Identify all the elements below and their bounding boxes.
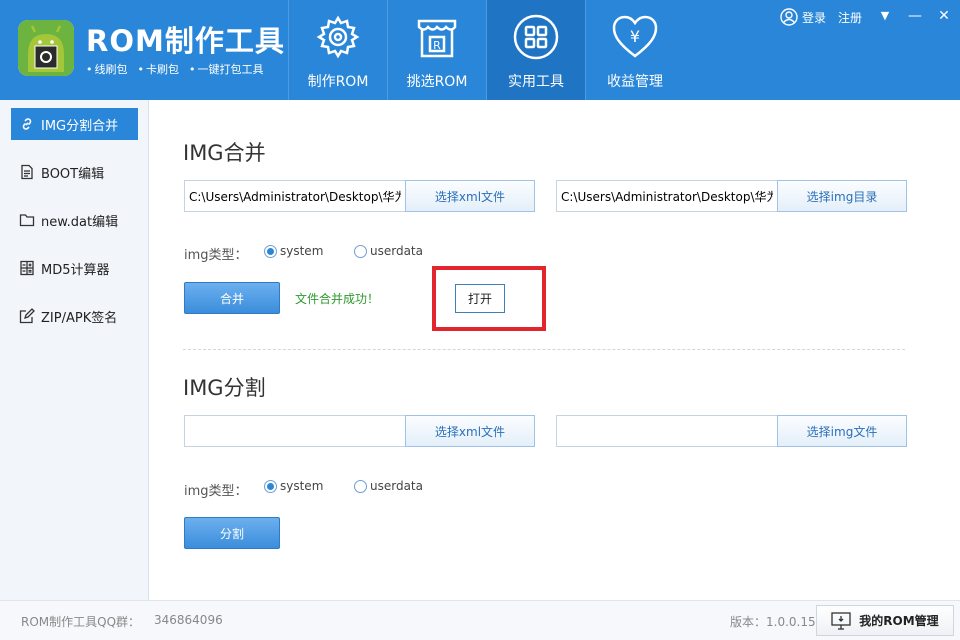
close-icon[interactable]: ✕ [934, 6, 954, 26]
heart-yen-icon: ¥ [612, 15, 658, 58]
monitor-icon [831, 611, 851, 630]
qq-group-label: ROM制作工具QQ群： [21, 615, 141, 629]
subtitle-item: 卡刷包 [138, 61, 179, 77]
merge-section-title: IMG合并 [183, 141, 266, 165]
merge-img-dir-input[interactable] [556, 180, 778, 212]
my-rom-manage-label: 我的ROM管理 [859, 614, 939, 628]
radio-selected-icon [264, 244, 277, 258]
split-img-picker: 选择img文件 [556, 415, 907, 447]
radio-label: system [280, 479, 324, 493]
user-icon [780, 8, 798, 26]
radio-label: system [280, 244, 324, 258]
split-select-xml-button[interactable]: 选择xml文件 [405, 415, 535, 447]
split-radio-userdata[interactable]: userdata [354, 479, 423, 493]
merge-xml-path-input[interactable] [184, 180, 406, 212]
user-area: 登录 注册 [780, 8, 862, 26]
radio-label: userdata [370, 244, 423, 258]
store-icon: R [417, 19, 457, 58]
nav-tools[interactable]: 实用工具 [486, 0, 585, 100]
subtitle-item: 线刷包 [86, 61, 128, 77]
folder-icon [19, 214, 35, 227]
app-subtitle: 线刷包 卡刷包 一键打包工具 [86, 61, 264, 77]
nav-label: 制作ROM [307, 74, 369, 90]
sidebar-item-img-split-merge[interactable]: IMG分割合并 [11, 108, 138, 140]
split-section-title: IMG分割 [183, 376, 266, 400]
merge-button[interactable]: 合并 [184, 282, 280, 314]
merge-select-xml-button[interactable]: 选择xml文件 [405, 180, 535, 212]
gear-icon [316, 15, 360, 59]
merge-radio-userdata[interactable]: userdata [354, 244, 423, 258]
radio-unselected-icon [354, 244, 367, 258]
nav-label: 收益管理 [607, 74, 663, 90]
subtitle-item: 一键打包工具 [189, 61, 264, 77]
document-icon [21, 164, 33, 180]
my-rom-manage-button[interactable]: 我的ROM管理 [816, 605, 954, 636]
merge-img-dir-picker: 选择img目录 [556, 180, 907, 212]
top-nav: 制作ROM R 挑选ROM 实用工具 ¥ 收益管理 [288, 0, 684, 100]
grid-icon [513, 14, 559, 60]
register-link[interactable]: 注册 [838, 9, 862, 26]
merge-type-label: img类型： [184, 248, 248, 263]
split-select-img-button[interactable]: 选择img文件 [777, 415, 907, 447]
sidebar-item-label: BOOT编辑 [41, 166, 105, 182]
split-type-label: img类型： [184, 484, 248, 499]
radio-label: userdata [370, 479, 423, 493]
sidebar-item-zip-apk-sign[interactable]: ZIP/APK签名 [11, 300, 138, 332]
qq-group-number: 346864096 [154, 613, 223, 627]
merge-radio-system[interactable]: system [264, 244, 323, 258]
link-icon [22, 118, 32, 130]
nav-label: 挑选ROM [406, 74, 468, 90]
sidebar-item-label: ZIP/APK签名 [41, 310, 118, 326]
merge-xml-picker: 选择xml文件 [184, 180, 535, 212]
highlight-box [432, 266, 546, 331]
sidebar-item-boot-edit[interactable]: BOOT编辑 [11, 156, 138, 188]
merge-select-img-dir-button[interactable]: 选择img目录 [777, 180, 907, 212]
main-content: IMG合并 选择xml文件 选择img目录 img类型： system user… [150, 100, 960, 600]
merge-status-text: 文件合并成功！ [295, 292, 380, 306]
version-text: 版本：1.0.0.15 [730, 615, 816, 629]
header: ROM制作工具 线刷包 卡刷包 一键打包工具 制作ROM R 挑选ROM [0, 0, 960, 100]
nav-earnings[interactable]: ¥ 收益管理 [585, 0, 684, 100]
app-title: ROM制作工具 [86, 24, 285, 58]
app-logo [18, 20, 74, 76]
svg-text:R: R [433, 39, 441, 52]
radio-selected-icon [264, 479, 277, 493]
footer: ROM制作工具QQ群： 346864096 版本：1.0.0.15 我的ROM管… [0, 600, 960, 640]
split-xml-path-input[interactable] [184, 415, 406, 447]
split-xml-picker: 选择xml文件 [184, 415, 535, 447]
sidebar-item-newdat-edit[interactable]: new.dat编辑 [11, 204, 138, 236]
sidebar-item-label: new.dat编辑 [41, 214, 119, 230]
nav-pick-rom[interactable]: R 挑选ROM [387, 0, 486, 100]
section-divider [183, 349, 905, 350]
edit-icon [19, 308, 35, 324]
login-link[interactable]: 登录 [802, 9, 826, 26]
sidebar-item-md5[interactable]: MD5计算器 [11, 252, 138, 284]
calculator-icon [20, 260, 34, 276]
sidebar: IMG分割合并 BOOT编辑 new.dat编辑 MD5计算器 ZIP/APK签… [0, 100, 149, 600]
split-img-path-input[interactable] [556, 415, 778, 447]
split-radio-system[interactable]: system [264, 479, 323, 493]
radio-unselected-icon [354, 479, 367, 493]
sidebar-item-label: MD5计算器 [41, 262, 110, 278]
split-button[interactable]: 分割 [184, 517, 280, 549]
sidebar-item-label: IMG分割合并 [41, 118, 119, 134]
nav-make-rom[interactable]: 制作ROM [288, 0, 387, 100]
svg-text:¥: ¥ [630, 27, 640, 46]
chevron-down-icon[interactable]: ▼ [875, 6, 895, 26]
nav-label: 实用工具 [508, 74, 564, 90]
minimize-icon[interactable]: — [905, 6, 925, 26]
